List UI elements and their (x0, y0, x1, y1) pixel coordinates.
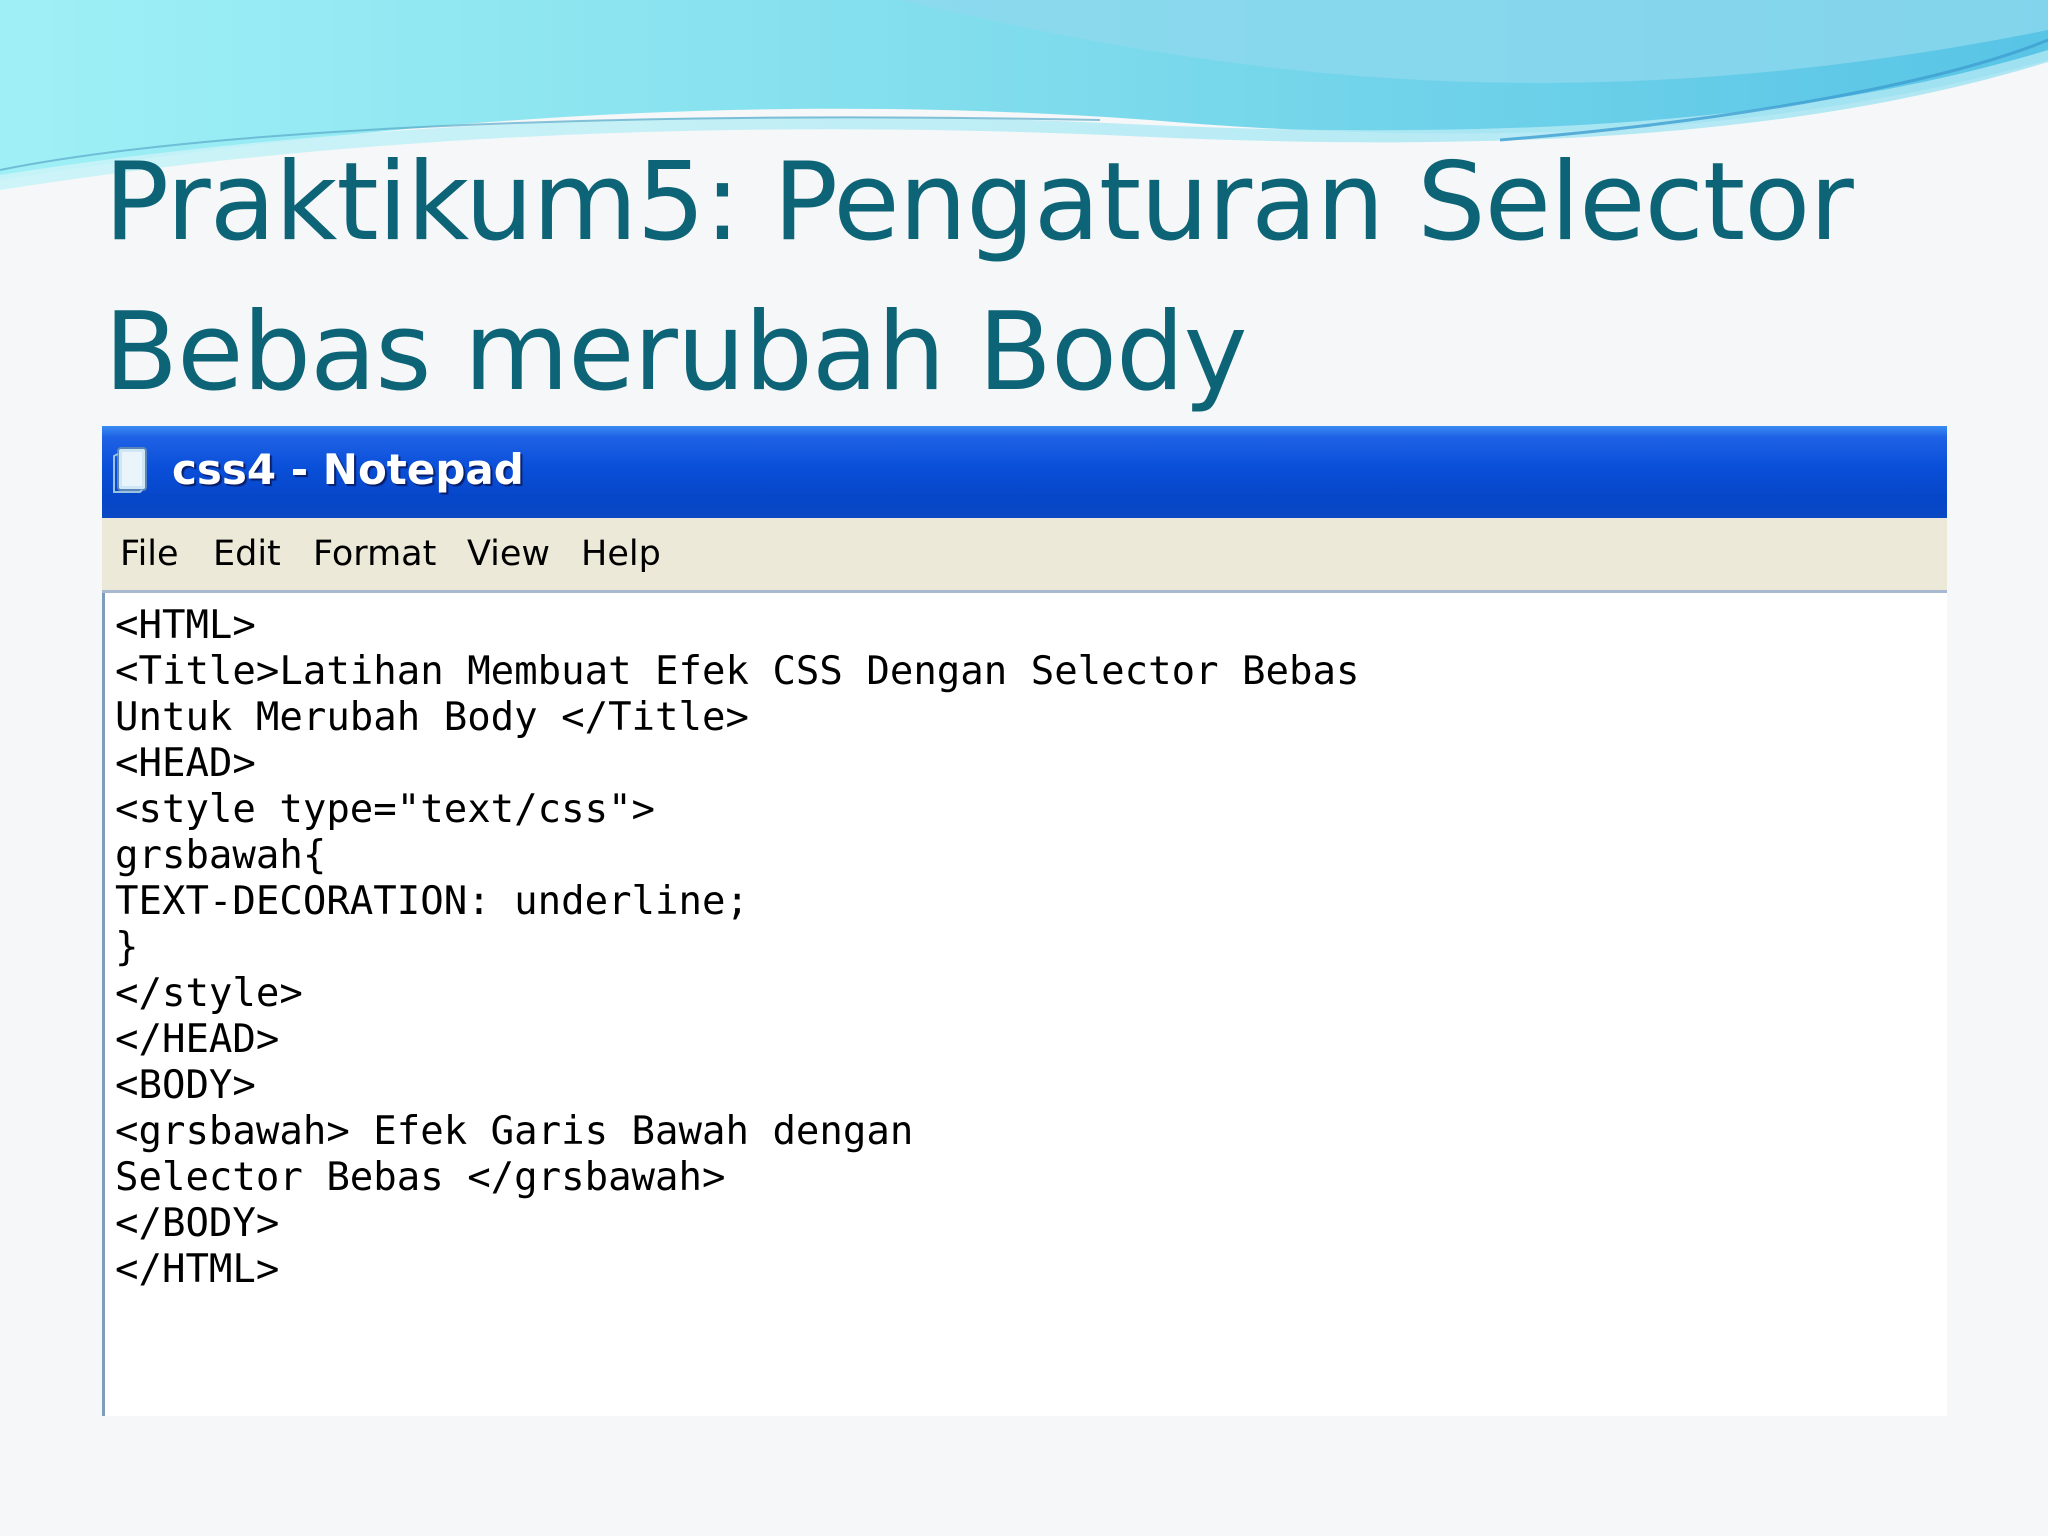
menu-view[interactable]: View (467, 518, 550, 590)
code-line: <BODY> (115, 1063, 256, 1108)
notepad-icon (113, 447, 147, 493)
notepad-window: css4 - Notepad File Edit Format View Hel… (102, 426, 1947, 1416)
code-line: </style> (115, 971, 303, 1016)
code-line: <HTML> (115, 603, 256, 648)
code-line: <grsbawah> Efek Garis Bawah dengan (115, 1109, 914, 1154)
code-line: <HEAD> (115, 741, 256, 786)
code-line: </HTML> (115, 1247, 280, 1292)
code-line: <style type="text/css"> (115, 787, 656, 832)
code-line: Untuk Merubah Body </Title> (115, 695, 749, 740)
code-line: </BODY> (115, 1201, 280, 1246)
slide-title-line-1: Praktikum5: Pengaturan Selector (104, 140, 1854, 265)
window-title: css4 - Notepad (172, 445, 524, 494)
code-line: </HEAD> (115, 1017, 280, 1062)
menu-bar: File Edit Format View Help (102, 518, 1947, 593)
code-line: Selector Bebas </grsbawah> (115, 1155, 726, 1200)
code-line: grsbawah{ (115, 833, 327, 878)
slide: Praktikum5: Pengaturan Selector Bebas me… (0, 0, 2048, 1536)
slide-title-line-2: Bebas merubah Body (104, 290, 1248, 415)
menu-edit[interactable]: Edit (213, 518, 281, 590)
window-titlebar[interactable]: css4 - Notepad (102, 426, 1947, 518)
slide-title: Praktikum5: Pengaturan Selector Bebas me… (104, 128, 2004, 428)
text-editor-area[interactable]: <HTML> <Title>Latihan Membuat Efek CSS D… (102, 593, 1947, 1416)
code-line: TEXT-DECORATION: underline; (115, 879, 749, 924)
menu-format[interactable]: Format (313, 518, 436, 590)
code-line: } (115, 925, 139, 970)
menu-help[interactable]: Help (581, 518, 661, 590)
code-line: <Title>Latihan Membuat Efek CSS Dengan S… (115, 649, 1360, 694)
menu-file[interactable]: File (120, 518, 179, 590)
